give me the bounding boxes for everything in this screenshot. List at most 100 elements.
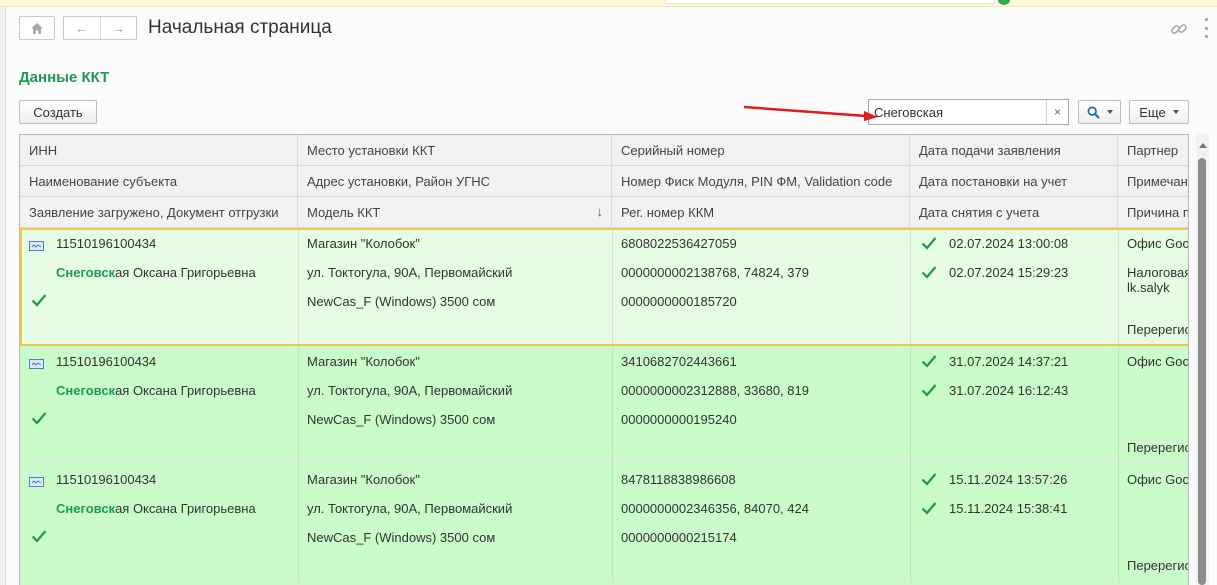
column-header-date[interactable]: Дата постановки на учет xyxy=(910,166,1118,196)
column-header-date[interactable]: Дата снятия с учета xyxy=(910,197,1118,227)
kkt-model: NewCas_F (Windows) 3500 сом xyxy=(307,294,496,309)
document-icon xyxy=(29,357,44,369)
search-input[interactable] xyxy=(869,100,1047,124)
scrollbar-thumb[interactable] xyxy=(1198,158,1206,585)
column-header-serial[interactable]: Рег. номер ККМ xyxy=(612,197,910,227)
column-divider xyxy=(910,346,911,464)
registration-date-check-icon xyxy=(921,265,937,279)
column-header-partner[interactable]: Причина перерегистрации xyxy=(1118,197,1188,227)
statement-loaded-check-icon xyxy=(31,529,47,543)
status-dot-icon xyxy=(998,0,1010,5)
table-row[interactable]: 11510196100434 Снеговская Оксана Григорье… xyxy=(20,346,1188,464)
forward-button[interactable]: → xyxy=(99,17,137,39)
install-address: ул. Токтогула, 90А, Первомайский xyxy=(307,383,513,398)
link-icon[interactable] xyxy=(1170,20,1188,38)
browser-tab-hint xyxy=(665,0,995,4)
more-options-icon[interactable] xyxy=(1204,18,1208,38)
more-button[interactable]: Еще xyxy=(1129,100,1189,124)
column-divider xyxy=(612,346,613,464)
column-header-partner[interactable]: Партнер xyxy=(1118,135,1188,165)
column-divider xyxy=(298,228,299,346)
home-icon xyxy=(31,22,43,34)
install-place: Магазин "Колобок" xyxy=(307,472,420,487)
column-header-place[interactable]: Адрес установки, Район УГНС xyxy=(298,166,612,196)
column-divider xyxy=(910,464,911,582)
column-header-serial[interactable]: Серийный номер xyxy=(612,135,910,165)
serial-number: 8478118838986608 xyxy=(621,472,736,487)
reregistration-reason: Перерегистрация xyxy=(1127,440,1188,455)
close-icon: × xyxy=(1053,105,1061,119)
search-button[interactable] xyxy=(1078,100,1121,124)
column-divider xyxy=(612,228,613,346)
sort-desc-icon[interactable]: ↓ xyxy=(597,204,604,219)
back-button[interactable]: ← xyxy=(64,17,100,39)
registration-date-check-icon xyxy=(921,501,937,515)
serial-number: 6808022536427059 xyxy=(621,236,737,251)
registration-date-check-icon xyxy=(921,383,937,397)
document-icon xyxy=(29,475,44,487)
column-header-date[interactable]: Дата подачи заявления xyxy=(910,135,1118,165)
install-place: Магазин "Колобок" xyxy=(307,236,420,251)
clear-search-button[interactable]: × xyxy=(1046,100,1068,124)
application-date-check-icon xyxy=(921,472,937,486)
reregistration-reason: Перерегистрация xyxy=(1127,558,1188,573)
registration-date: 31.07.2024 16:12:43 xyxy=(949,383,1069,398)
table-row[interactable]: 11510196100434 Снеговская Оксана Григорье… xyxy=(20,228,1188,346)
inn-value: 11510196100434 xyxy=(56,472,157,487)
header-row: Наименование субъекта Адрес установки, Ра… xyxy=(20,166,1188,197)
column-divider xyxy=(612,464,613,582)
install-address: ул. Токтогула, 90А, Первомайский xyxy=(307,265,513,280)
subject-name-rest: ая Оксана Григорьевна xyxy=(115,265,256,280)
column-divider xyxy=(910,228,911,346)
subject-name-rest: ая Оксана Григорьевна xyxy=(115,383,256,398)
partner-value: Офис Goodtech xyxy=(1127,472,1188,487)
application-date-check-icon xyxy=(921,354,937,368)
column-header-place[interactable]: Модель ККТ ↓ xyxy=(298,197,612,227)
annotation-arrow-icon xyxy=(743,105,878,121)
document-icon xyxy=(29,239,44,251)
left-panel-edge xyxy=(0,7,6,585)
column-header-partner[interactable]: Примечание xyxy=(1118,166,1188,196)
application-date: 15.11.2024 13:57:26 xyxy=(949,472,1068,487)
table-row[interactable]: 11510196100434 Снеговская Оксана Григорье… xyxy=(20,464,1188,582)
kkt-model: NewCas_F (Windows) 3500 сом xyxy=(307,412,496,427)
fiscal-module: 0000000002138768, 74824, 379 xyxy=(621,265,809,280)
vertical-scrollbar[interactable] xyxy=(1196,134,1209,585)
history-nav: ← → xyxy=(63,16,137,40)
registration-date: 15.11.2024 15:38:41 xyxy=(949,501,1068,516)
search-match-highlight: Снеговск xyxy=(56,265,116,280)
application-date: 31.07.2024 14:37:21 xyxy=(949,354,1069,369)
install-place: Магазин "Колобок" xyxy=(307,354,420,369)
fiscal-module: 0000000002312888, 33680, 819 xyxy=(621,383,809,398)
search-icon xyxy=(1087,106,1100,119)
column-header-inn[interactable]: Наименование субъекта xyxy=(20,166,298,196)
reg-number: 0000000000185720 xyxy=(621,294,737,309)
kkt-model: NewCas_F (Windows) 3500 сом xyxy=(307,530,496,545)
statement-loaded-check-icon xyxy=(31,411,47,425)
inn-value: 11510196100434 xyxy=(56,354,157,369)
application-date: 02.07.2024 13:00:08 xyxy=(949,236,1069,251)
home-button[interactable] xyxy=(19,16,55,40)
column-divider xyxy=(298,464,299,582)
search-match-highlight: Снеговск xyxy=(56,501,116,516)
inn-value: 11510196100434 xyxy=(56,236,157,251)
browser-top-strip xyxy=(0,0,1217,7)
column-header-inn[interactable]: Заявление загружено, Документ отгрузки xyxy=(20,197,298,227)
arrow-left-icon: ← xyxy=(74,20,89,36)
column-divider xyxy=(298,346,299,464)
arrow-right-icon: → xyxy=(111,20,126,36)
scroll-up-icon[interactable] xyxy=(1199,143,1207,148)
note-value-2: lk.salyk xyxy=(1127,280,1170,295)
column-header-place[interactable]: Место установки ККТ xyxy=(298,135,612,165)
search-match-highlight: Снеговск xyxy=(56,383,116,398)
statement-loaded-check-icon xyxy=(31,293,47,307)
header-row: Заявление загружено, Документ отгрузки Мо… xyxy=(20,197,1188,228)
column-header-inn[interactable]: ИНН xyxy=(20,135,298,165)
reregistration-reason: Перерегистрация xyxy=(1127,322,1188,337)
column-header-serial[interactable]: Номер Фиск Модуля, PIN ФМ, Validation co… xyxy=(612,166,910,196)
create-button[interactable]: Создать xyxy=(19,100,97,124)
serial-number: 3410682702443661 xyxy=(621,354,737,369)
header-row: ИНН Место установки ККТ Серийный номер Дата… xyxy=(20,135,1188,166)
install-address: ул. Токтогула, 90А, Первомайский xyxy=(307,501,513,516)
note-value: Налоговая xyxy=(1127,265,1188,280)
